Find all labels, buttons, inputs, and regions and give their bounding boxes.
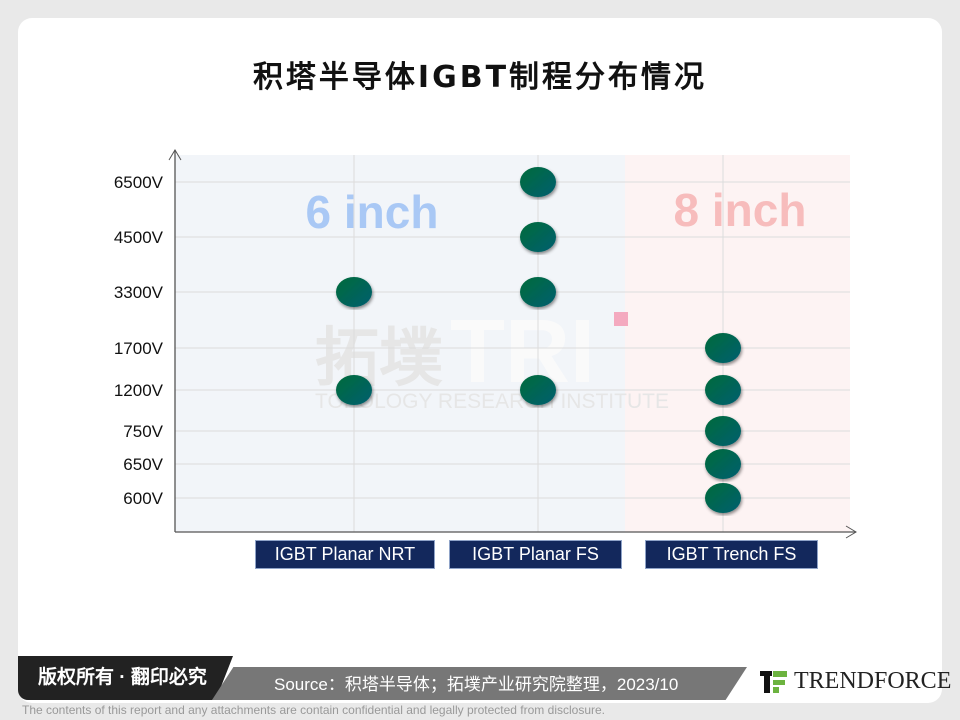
- data-point: [705, 416, 741, 446]
- pink-marker: [614, 312, 628, 326]
- watermark-cn: 拓墣: [315, 322, 443, 394]
- y-tick-label: 6500V: [114, 173, 164, 192]
- data-point: [705, 333, 741, 363]
- y-tick-label: 750V: [123, 422, 163, 441]
- logo-text: TRENDFORCE: [794, 668, 952, 694]
- data-point: [705, 483, 741, 513]
- y-tick-label: 650V: [123, 455, 163, 474]
- y-tick-label: 3300V: [114, 283, 164, 302]
- data-point: [520, 277, 556, 307]
- trendforce-logo-icon: [760, 670, 787, 693]
- data-point: [520, 375, 556, 405]
- region-label-8-inch: 8 inch: [674, 184, 807, 236]
- y-tick-label: 1200V: [114, 381, 164, 400]
- data-point: [336, 277, 372, 307]
- disclaimer: The contents of this report and any atta…: [22, 703, 605, 717]
- x-category-label: IGBT Trench FS: [645, 540, 818, 569]
- x-category-label: IGBT Planar NRT: [255, 540, 435, 569]
- trendforce-logo: TRENDFORCE: [760, 668, 951, 695]
- region-label-6-inch: 6 inch: [306, 186, 439, 238]
- data-point: [520, 222, 556, 252]
- data-point: [520, 167, 556, 197]
- data-point: [336, 375, 372, 405]
- source-label: Source：积塔半导体；拓墣产业研究院整理，2023/10: [212, 667, 747, 700]
- data-point: [705, 375, 741, 405]
- y-tick-label: 4500V: [114, 228, 164, 247]
- chart: 拓墣 TRITOPOLOGY RESEARCH INSTITUTE6 inch 8 …: [114, 149, 857, 539]
- y-tick-label: 1700V: [114, 339, 164, 358]
- y-tick-label: 600V: [123, 489, 163, 508]
- data-point: [705, 449, 741, 479]
- x-category-label: IGBT Planar FS: [449, 540, 622, 569]
- copyright-label: 版权所有 · 翻印必究: [18, 656, 233, 700]
